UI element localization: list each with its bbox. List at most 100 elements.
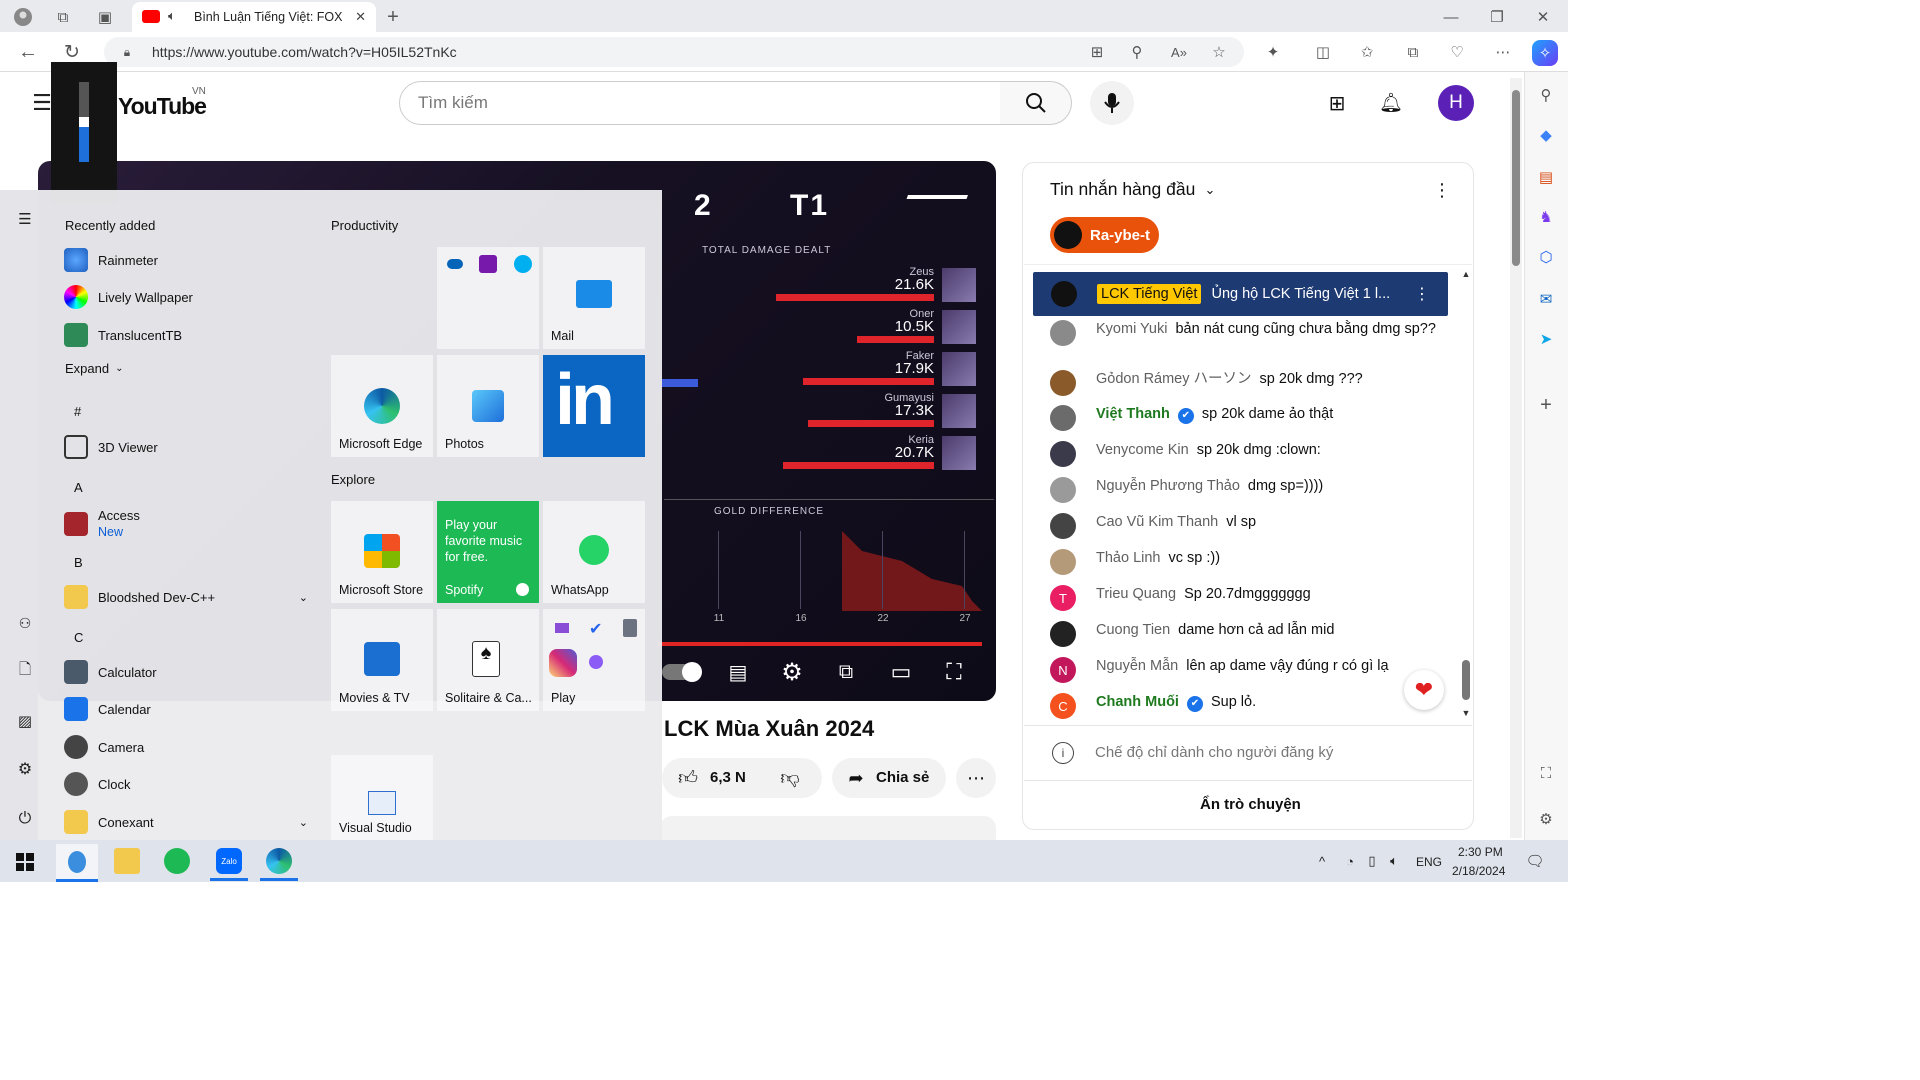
start-settings-icon[interactable]: ⚙ bbox=[14, 758, 36, 780]
progress-bar[interactable] bbox=[658, 642, 982, 646]
volume-icon[interactable]: 🔈︎ bbox=[1384, 851, 1404, 871]
microsoft365-icon[interactable]: ⬡ bbox=[1535, 246, 1557, 268]
chat-message[interactable]: Cuong Tien dame hơn cả ad lẫn mid bbox=[1050, 621, 1440, 647]
user-account-icon[interactable]: ⚇ bbox=[14, 612, 36, 634]
start-menu-hamburger-icon[interactable]: ☰ bbox=[14, 208, 36, 230]
chevron-down-icon[interactable]: ⌄ bbox=[1200, 181, 1220, 199]
taskbar-rainmeter-icon[interactable] bbox=[56, 844, 98, 882]
chat-menu-icon[interactable]: ⋮ bbox=[1432, 179, 1452, 201]
outlook-icon[interactable]: ✉ bbox=[1535, 288, 1557, 310]
volume-widget[interactable] bbox=[51, 62, 117, 204]
extensions-icon[interactable]: ✦ bbox=[1262, 41, 1284, 63]
youtube-logo[interactable]: YouTube bbox=[118, 93, 207, 120]
tile-play[interactable]: ✔ Play bbox=[543, 609, 645, 711]
language-indicator[interactable]: ENG bbox=[1416, 855, 1442, 869]
lock-icon[interactable]: 🔒︎ bbox=[118, 43, 136, 61]
workspaces-icon[interactable]: ⧉ bbox=[52, 6, 74, 28]
chat-message[interactable]: Nguyễn Phương Thảo dmg sp=)))) bbox=[1050, 477, 1440, 503]
chat-scrollbar[interactable] bbox=[1462, 660, 1470, 700]
documents-icon[interactable]: 🗋 bbox=[14, 660, 36, 682]
highlight-menu-icon[interactable]: ⋮ bbox=[1414, 284, 1430, 304]
chat-scroll-up-icon[interactable]: ▲ bbox=[1460, 268, 1472, 280]
profile-icon[interactable] bbox=[12, 6, 34, 28]
notification-center-icon[interactable]: 🗨︎ bbox=[1524, 851, 1546, 871]
app-camera[interactable]: Camera bbox=[64, 735, 144, 759]
favorites-icon[interactable]: ✩ bbox=[1356, 41, 1378, 63]
app-clock[interactable]: Clock bbox=[64, 772, 131, 796]
windows-start-icon[interactable] bbox=[14, 851, 36, 873]
browser-tab[interactable]: 🔈︎ Bình Luận Tiếng Việt: FOX vs ✕ bbox=[132, 2, 376, 32]
copilot-icon[interactable]: ✧ bbox=[1532, 40, 1558, 66]
description-box[interactable] bbox=[660, 816, 996, 840]
tile-solitaire[interactable]: ♠ Solitaire & Ca... bbox=[437, 609, 539, 711]
speaker-icon[interactable]: 🔈︎ bbox=[168, 8, 176, 24]
tile-microsoft-store[interactable]: Microsoft Store bbox=[331, 501, 433, 603]
search-input[interactable]: Tìm kiếm bbox=[399, 81, 1001, 125]
refresh-icon[interactable]: ↻ bbox=[60, 40, 84, 64]
read-aloud-icon[interactable]: A» bbox=[1168, 41, 1190, 63]
fullscreen-icon[interactable]: ⛶ bbox=[940, 659, 968, 684]
tile-linkedin[interactable]: in bbox=[543, 355, 645, 457]
split-screen-icon[interactable]: ◫ bbox=[1312, 41, 1334, 63]
search-icon[interactable] bbox=[1000, 81, 1072, 125]
tile-movies-tv[interactable]: Movies & TV bbox=[331, 609, 433, 711]
maximize-icon[interactable]: ❐ bbox=[1486, 6, 1508, 28]
minimize-icon[interactable]: — bbox=[1440, 6, 1462, 28]
app-calculator[interactable]: Calculator bbox=[64, 660, 157, 684]
more-icon[interactable]: ⋯ bbox=[1492, 41, 1514, 63]
send-icon[interactable]: ➤ bbox=[1535, 328, 1557, 350]
subtitles-icon[interactable]: ▤ bbox=[724, 661, 752, 684]
wifi-icon[interactable]: ◔ bbox=[1340, 851, 1360, 871]
settings-icon[interactable]: ⚙ bbox=[778, 659, 806, 686]
create-video-icon[interactable]: ⊞ bbox=[1324, 92, 1350, 115]
screenshot-icon[interactable]: ⛶ bbox=[1535, 762, 1557, 784]
browser-essentials-icon[interactable]: ♡ bbox=[1446, 41, 1468, 63]
volume-knob[interactable] bbox=[79, 117, 89, 127]
url-text[interactable]: https://www.youtube.com/watch?v=H05IL52T… bbox=[152, 44, 457, 60]
chat-message[interactable]: Gỏdon Rámey ハーソン sp 20k dmg ??? bbox=[1050, 370, 1440, 396]
app-translucenttb[interactable]: TranslucentTB bbox=[64, 323, 182, 347]
clock-date[interactable]: 2/18/2024 bbox=[1452, 864, 1505, 878]
chat-message[interactable]: T Trieu Quang Sp 20.7dmggggggg bbox=[1050, 585, 1440, 611]
letter-c[interactable]: C bbox=[74, 630, 83, 645]
chat-message[interactable]: Kyomi Yuki bản nát cung cũng chưa bằng dm… bbox=[1050, 320, 1440, 346]
more-actions-icon[interactable]: ⋯ bbox=[956, 758, 996, 798]
battery-icon[interactable]: ▯ bbox=[1362, 851, 1382, 871]
back-icon[interactable]: ← bbox=[16, 40, 40, 64]
app-access[interactable]: Access New bbox=[64, 508, 140, 539]
chat-message[interactable]: Việt Thanh ✔ sp 20k dame ảo thật bbox=[1050, 405, 1440, 431]
like-count[interactable]: 6,3 N bbox=[710, 769, 746, 786]
file-explorer-icon[interactable] bbox=[114, 848, 140, 874]
chat-message[interactable]: C Chanh Muối ✔ Sup lỏ. bbox=[1050, 693, 1440, 719]
tile-photos[interactable]: Photos bbox=[437, 355, 539, 457]
letter-b[interactable]: B bbox=[74, 555, 83, 570]
clock-time[interactable]: 2:30 PM bbox=[1458, 845, 1503, 859]
pinned-donor-chip[interactable]: Ra-ybe-t bbox=[1050, 217, 1159, 253]
tile-whatsapp[interactable]: WhatsApp bbox=[543, 501, 645, 603]
app-rainmeter[interactable]: Rainmeter bbox=[64, 248, 158, 272]
letter-hash[interactable]: # bbox=[74, 404, 81, 419]
notifications-icon[interactable]: 🔔︎ bbox=[1379, 92, 1403, 114]
chat-message[interactable]: Cao Vũ Kim Thanh vl sp bbox=[1050, 513, 1440, 539]
tab-actions-icon[interactable]: ▣ bbox=[94, 6, 116, 28]
close-window-icon[interactable]: ✕ bbox=[1532, 6, 1554, 28]
tile-spotify[interactable]: Play your favorite music for free. Spoti… bbox=[437, 501, 539, 603]
show-hidden-icons-icon[interactable]: ^ bbox=[1312, 851, 1332, 871]
close-tab-icon[interactable]: ✕ bbox=[355, 9, 366, 25]
hide-chat-button[interactable]: Ẩn trò chuyện bbox=[1200, 796, 1301, 813]
autoplay-toggle[interactable] bbox=[662, 662, 702, 682]
heart-reaction-icon[interactable]: ❤ bbox=[1404, 670, 1444, 710]
sidebar-add-icon[interactable]: + bbox=[1535, 394, 1557, 416]
games-icon[interactable]: ♞ bbox=[1535, 206, 1557, 228]
chat-message[interactable]: Venycome Kin sp 20k dmg :clown: bbox=[1050, 441, 1440, 467]
sidebar-search-icon[interactable]: ⚲ bbox=[1535, 84, 1557, 106]
sidebar-settings-icon[interactable]: ⚙ bbox=[1535, 808, 1557, 830]
tile-visual-studio[interactable]: Visual Studio bbox=[331, 755, 433, 850]
like-icon[interactable]: 👍︎ bbox=[676, 767, 700, 789]
miniplayer-icon[interactable]: ⧉ bbox=[832, 661, 860, 683]
tile-edge[interactable]: Microsoft Edge bbox=[331, 355, 433, 457]
pictures-icon[interactable]: ▨ bbox=[14, 710, 36, 732]
highlighted-message[interactable]: LCK Tiếng Việt Ủng hộ LCK Tiếng Việt 1 l… bbox=[1033, 272, 1448, 316]
favorite-star-icon[interactable]: ☆ bbox=[1208, 41, 1230, 63]
chat-header[interactable]: Tin nhắn hàng đầu bbox=[1050, 179, 1195, 200]
